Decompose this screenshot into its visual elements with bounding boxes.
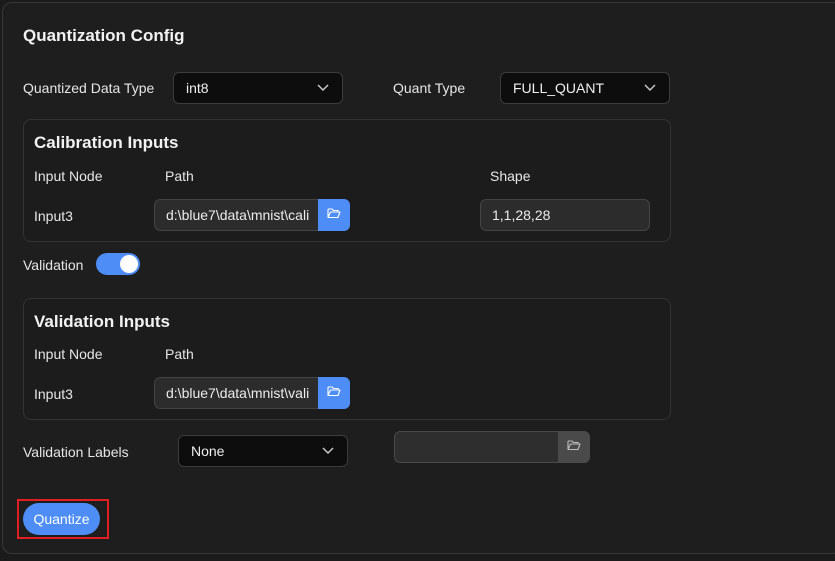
calibration-header-shape: Shape bbox=[490, 168, 531, 184]
calibration-title: Calibration Inputs bbox=[34, 133, 179, 152]
quant-type-value: FULL_QUANT bbox=[513, 80, 605, 96]
data-type-select[interactable]: int8 bbox=[173, 72, 343, 104]
calibration-path-input[interactable]: d:\blue7\data\mnist\cali bbox=[154, 199, 318, 231]
validation-path-picker[interactable]: d:\blue7\data\mnist\vali bbox=[154, 377, 350, 409]
validation-title: Validation Inputs bbox=[34, 312, 171, 331]
validation-browse-button[interactable] bbox=[318, 377, 350, 409]
quantize-highlight: Quantize bbox=[17, 499, 109, 539]
validation-labels-select[interactable]: None bbox=[178, 435, 348, 467]
calibration-header-path: Path bbox=[165, 168, 194, 184]
quantize-button[interactable]: Quantize bbox=[23, 503, 100, 535]
validation-labels-value: None bbox=[191, 443, 225, 459]
validation-toggle[interactable] bbox=[96, 253, 140, 275]
quant-type-label: Quant Type bbox=[393, 80, 466, 96]
folder-open-icon bbox=[327, 206, 341, 224]
calibration-path-picker[interactable]: d:\blue7\data\mnist\cali bbox=[154, 199, 350, 231]
validation-node-name: Input3 bbox=[34, 386, 73, 402]
validation-header-path: Path bbox=[165, 346, 194, 362]
calibration-shape-input[interactable]: 1,1,28,28 bbox=[480, 199, 650, 231]
toggle-knob bbox=[120, 255, 138, 273]
labels-path-input bbox=[394, 431, 558, 463]
validation-toggle-label: Validation bbox=[23, 257, 84, 273]
quant-type-select[interactable]: FULL_QUANT bbox=[500, 72, 670, 104]
data-type-label: Quantized Data Type bbox=[23, 80, 155, 96]
validation-labels-label: Validation Labels bbox=[23, 444, 129, 460]
calibration-browse-button[interactable] bbox=[318, 199, 350, 231]
chevron-down-icon bbox=[321, 444, 335, 458]
validation-path-input[interactable]: d:\blue7\data\mnist\vali bbox=[154, 377, 318, 409]
chevron-down-icon bbox=[316, 81, 330, 95]
labels-path-picker bbox=[394, 431, 590, 463]
chevron-down-icon bbox=[643, 81, 657, 95]
calibration-node-name: Input3 bbox=[34, 208, 73, 224]
folder-open-icon bbox=[327, 384, 341, 402]
calibration-header-node: Input Node bbox=[34, 168, 103, 184]
folder-open-icon bbox=[567, 438, 581, 456]
data-type-value: int8 bbox=[186, 80, 209, 96]
validation-header-node: Input Node bbox=[34, 346, 103, 362]
page-title: Quantization Config bbox=[23, 26, 185, 45]
labels-browse-button bbox=[558, 431, 590, 463]
